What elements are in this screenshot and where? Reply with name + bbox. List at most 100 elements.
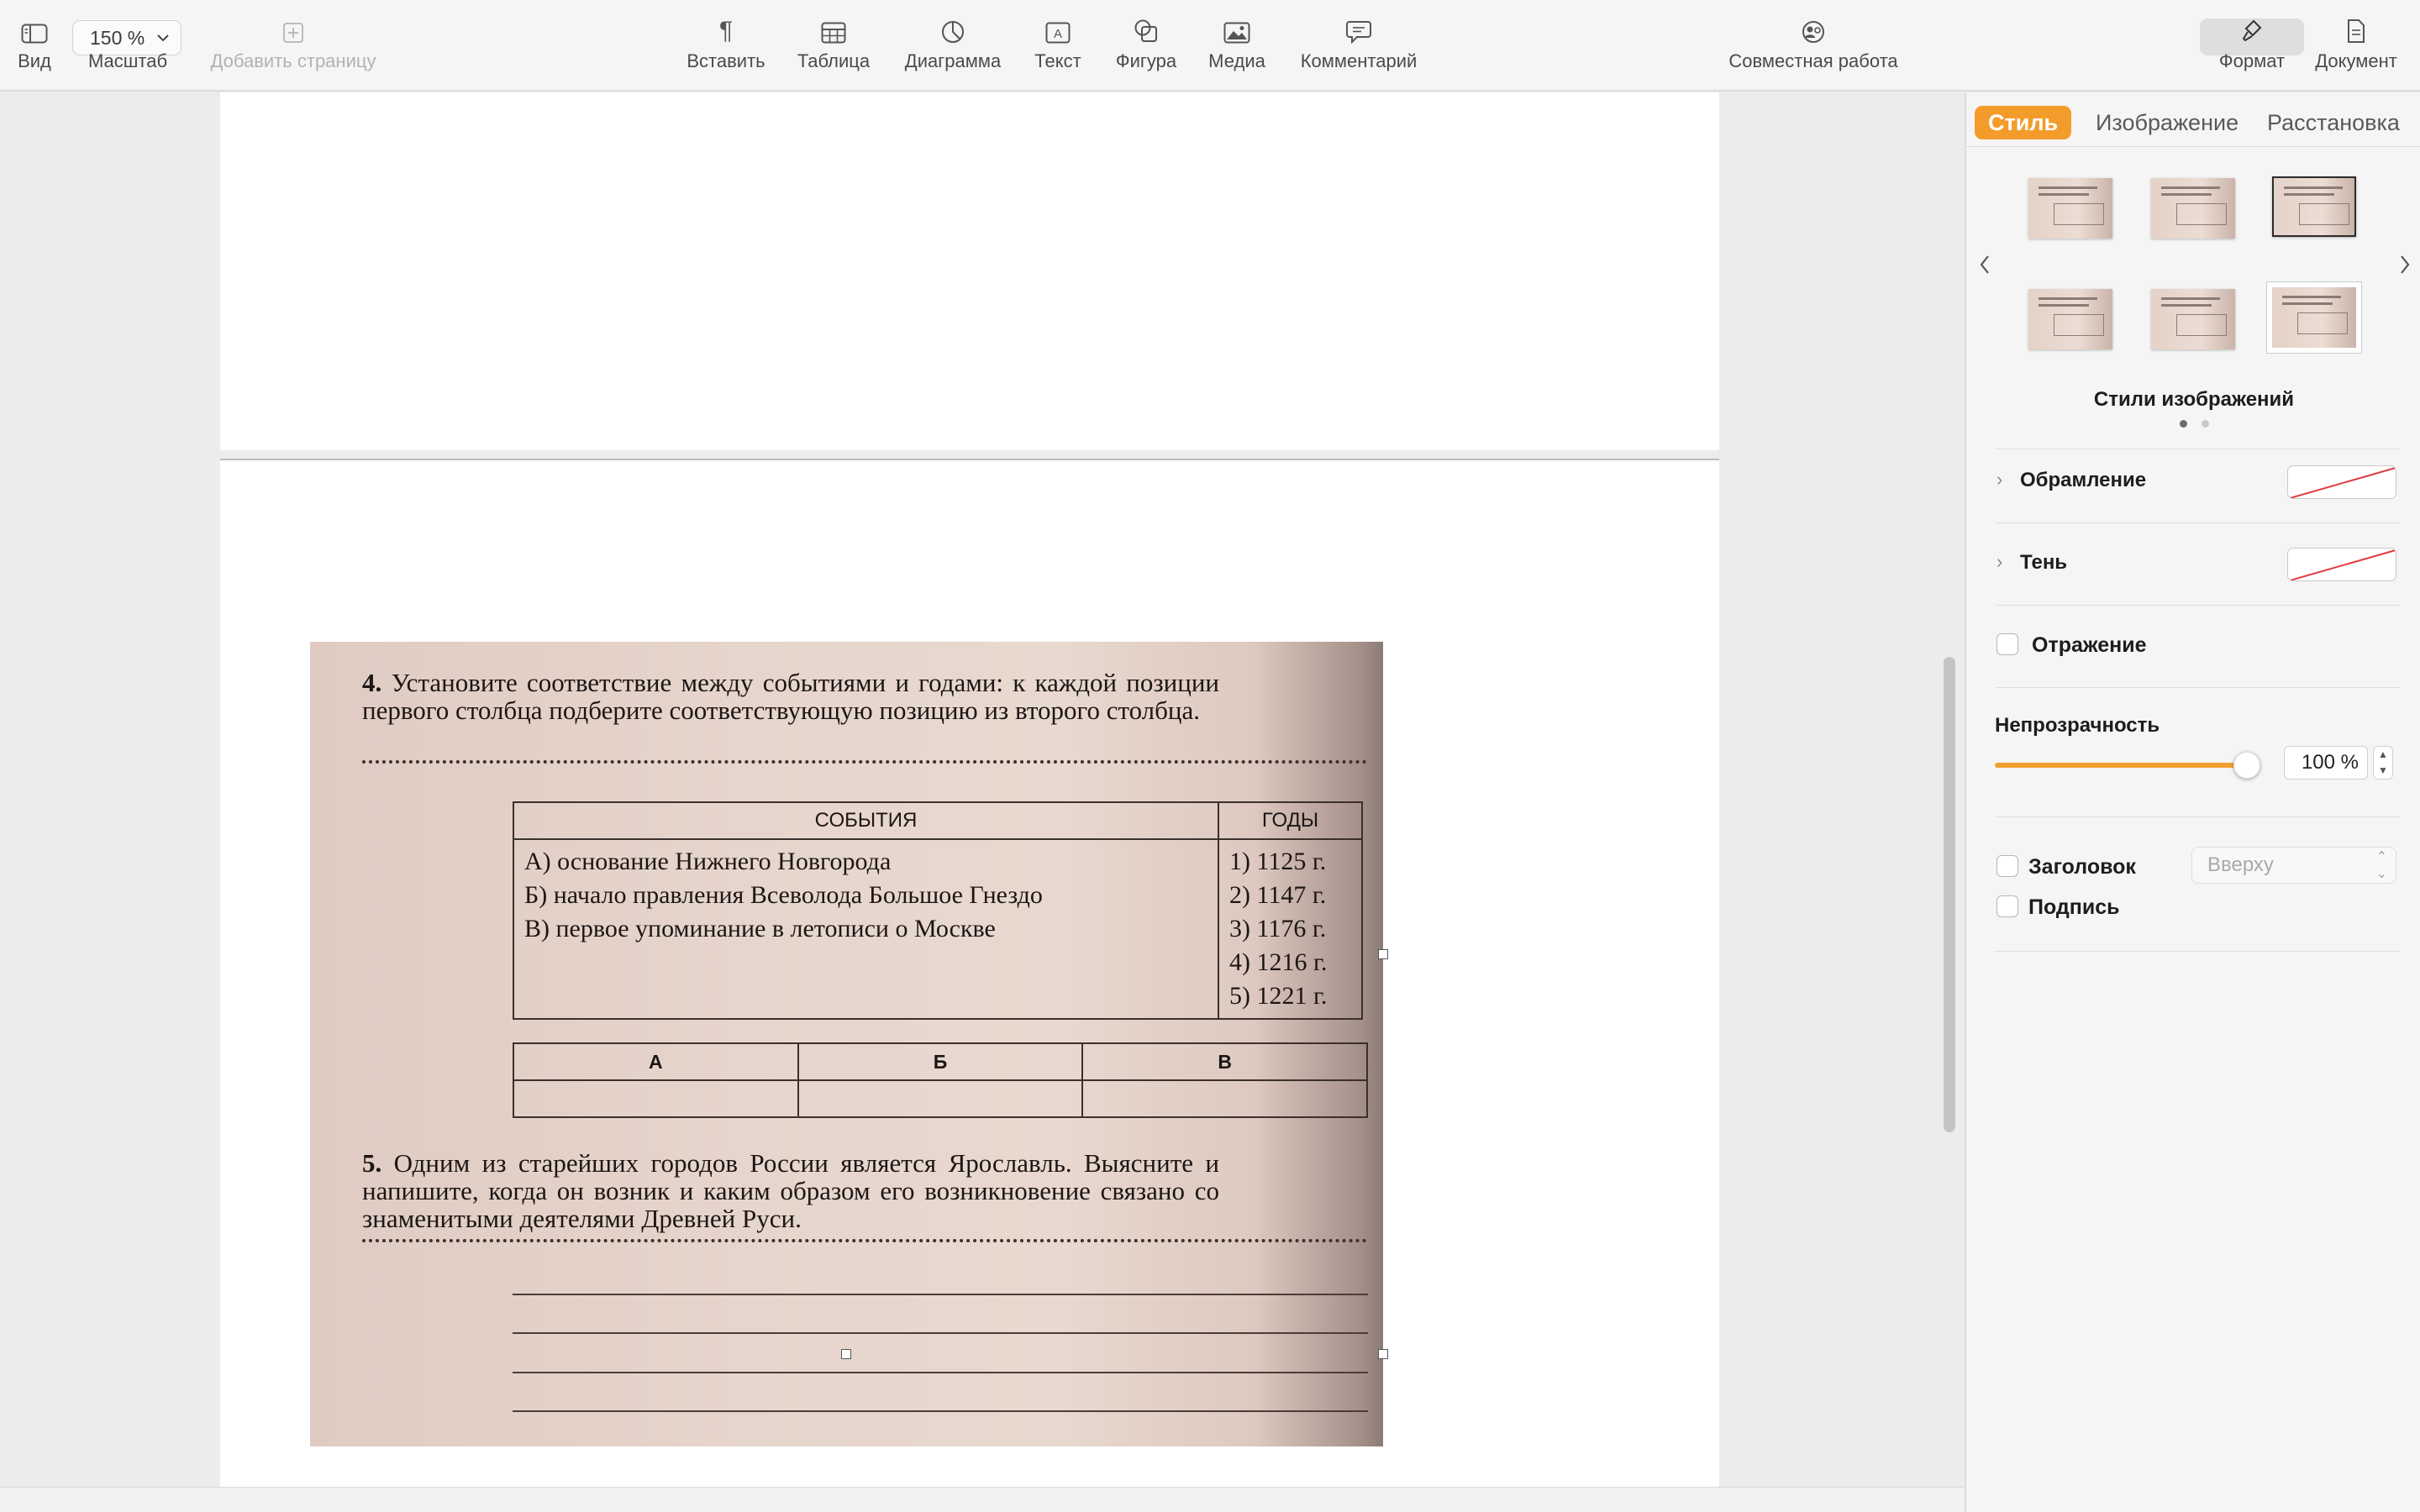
document-canvas[interactable]: 4. Установите соответствие между события… [0,92,1965,1487]
events-table: СОБЫТИЯ ГОДЫ А) основание Нижнего Новгор… [513,801,1363,1020]
opacity-input[interactable]: 100 % [2284,746,2368,780]
caption-label: Подпись [2028,895,2120,919]
event-item: Б) начало правления Всеволода Большое Гн… [524,881,1043,909]
question-5-number: 5. [362,1148,382,1178]
text-box-icon: A [1045,0,1071,50]
opacity-slider-knob[interactable] [2233,752,2260,779]
title-position-select[interactable]: Вверху ⌃ ⌄ [2191,847,2396,884]
answer-line [513,1372,1368,1373]
answer-line [513,1410,1368,1412]
page-dot-active[interactable] [2180,420,2187,428]
sidebar-icon [21,0,48,50]
scanned-image[interactable]: 4. Установите соответствие между события… [310,642,1383,1446]
dotted-rule [362,760,1367,764]
document-label: Документ [2315,50,2397,71]
image-style-3[interactable] [2272,176,2356,237]
event-item: В) первое упоминание в летописи о Москве [524,915,996,942]
chart-button[interactable]: Диаграмма [899,0,1007,92]
shadow-label[interactable]: Тень [2020,551,2067,575]
add-page-button[interactable]: Добавить страницу [202,0,385,92]
divider [1995,522,2400,523]
border-label[interactable]: Обрамление [2020,469,2146,492]
event-item: А) основание Нижнего Новгорода [524,848,892,875]
inspector-tabs: Стиль Изображение Расстановка [1966,99,2420,146]
title-checkbox[interactable] [1996,855,2018,877]
media-icon [1223,0,1250,50]
chart-icon [941,0,965,50]
collaborate-icon [1799,0,1828,50]
page-dot[interactable] [2202,420,2209,428]
border-swatch[interactable] [2287,465,2396,499]
zoom-label: Масштаб [87,50,168,71]
shape-label: Фигура [1115,50,1177,71]
answer-line [513,1294,1368,1295]
view-label: Вид [18,50,51,71]
document-button[interactable]: Документ [2309,0,2403,92]
document-icon [2346,0,2366,50]
image-style-5[interactable] [2151,289,2235,349]
chevron-right-icon[interactable] [2398,254,2412,276]
comment-button[interactable]: Комментарий [1294,0,1423,92]
comment-label: Комментарий [1300,50,1418,71]
reflection-label: Отражение [2032,633,2147,657]
image-style-1[interactable] [2028,178,2112,239]
vertical-scrollbar[interactable] [1944,657,1955,1132]
image-style-6[interactable] [2272,287,2356,348]
collaborate-button[interactable]: Совместная работа [1723,0,1904,92]
zoom-label-wrap: Масштаб [84,0,171,92]
resize-handle-bottom[interactable] [841,1349,851,1359]
answer-header: В [1081,1042,1368,1081]
disclosure-chevron-icon[interactable]: › [1996,469,2002,491]
page-1[interactable] [220,92,1719,450]
year-item: 1) 1125 г. [1229,848,1327,875]
image-style-2[interactable] [2151,178,2235,239]
pilcrow-icon: ¶ [718,17,734,45]
answer-line [513,1332,1368,1334]
comment-icon [1346,0,1371,50]
format-button[interactable]: Формат [2212,0,2292,92]
svg-text:A: A [1054,27,1062,41]
events-cell: А) основание Нижнего Новгорода Б) начало… [513,838,1219,1020]
divider [1995,605,2400,606]
question-5-text: Одним из старейших городов России являет… [362,1148,1220,1233]
toolbar: Вид 150 % Масштаб Добавить страницу ¶ Вс… [0,0,2420,92]
caption-checkbox[interactable] [1996,895,2018,917]
insert-button[interactable]: ¶ Вставить [682,0,770,92]
resize-handle-right[interactable] [1378,949,1388,959]
answer-cell [1081,1079,1368,1118]
reflection-checkbox[interactable] [1996,633,2018,655]
image-styles-caption: Стили изображений [2093,388,2295,411]
opacity-stepper[interactable]: ▲ ▼ [2373,746,2393,780]
years-cell: 1) 1125 г. 2) 1147 г. 3) 1176 г. 4) 1216… [1218,838,1363,1020]
divider [1995,816,2400,817]
resize-handle-bottom-right[interactable] [1378,1349,1388,1359]
dotted-rule [362,1239,1367,1242]
media-button[interactable]: Медиа [1205,0,1269,92]
media-label: Медиа [1208,50,1265,71]
tab-style[interactable]: Стиль [1975,106,2072,139]
shadow-swatch[interactable] [2287,548,2396,581]
text-button[interactable]: A Текст [1030,0,1086,92]
image-style-4[interactable] [2028,289,2112,349]
years-header: ГОДЫ [1218,801,1363,840]
add-page-icon [282,0,304,50]
tab-image[interactable]: Изображение [2082,106,2252,139]
year-item: 3) 1176 г. [1229,915,1327,942]
question-4-number: 4. [362,668,382,697]
chevron-left-icon[interactable] [1978,254,1991,276]
add-page-label: Добавить страницу [210,50,376,71]
opacity-label: Непрозрачность [1995,714,2160,737]
opacity-slider-track[interactable] [1995,763,2247,768]
question-4: 4. Установите соответствие между события… [362,669,1219,724]
table-label: Таблица [797,50,871,71]
view-button[interactable]: Вид [15,0,54,92]
tab-arrange[interactable]: Расстановка [2254,106,2413,139]
shape-button[interactable]: Фигура [1109,0,1183,92]
divider [1966,146,2420,147]
disclosure-chevron-icon[interactable]: › [1996,551,2002,573]
title-position-value: Вверху [2207,853,2274,876]
text-label: Текст [1034,50,1081,71]
year-item: 2) 1147 г. [1229,881,1327,909]
format-label: Формат [2218,50,2286,71]
table-button[interactable]: Таблица [793,0,874,92]
